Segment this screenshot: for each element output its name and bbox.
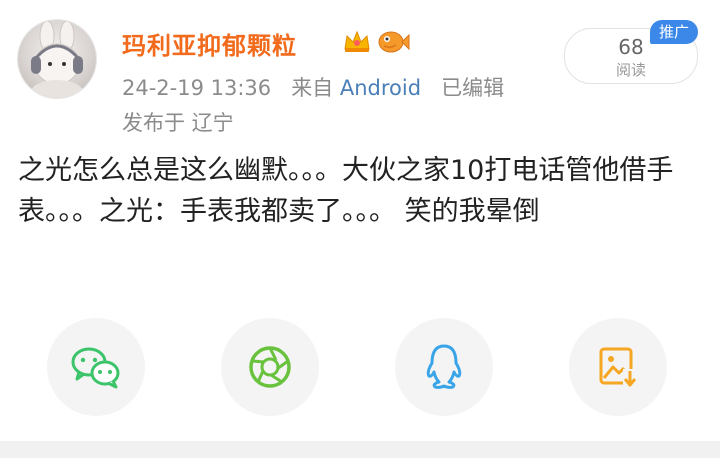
share-qq-button[interactable] (395, 318, 493, 416)
post-location: 发布于 辽宁 (122, 111, 234, 135)
fish-badge-icon[interactable] (376, 27, 410, 57)
avatar-image (31, 20, 83, 98)
save-image-icon (599, 347, 637, 387)
avatar[interactable] (18, 20, 96, 98)
share-moments-button[interactable] (221, 318, 319, 416)
from-label: 来自 (291, 76, 334, 100)
edited-label[interactable]: 已编辑 (441, 76, 504, 100)
qq-icon (426, 344, 462, 389)
author-name[interactable]: 玛利亚抑郁颗粒 (122, 26, 297, 61)
share-wechat-button[interactable] (47, 318, 145, 416)
save-image-button[interactable] (569, 318, 667, 416)
post-content: 之光怎么总是这么幽默。。。大伙之家10打电话管他借手表。。。之光：手表我都卖了。… (18, 155, 674, 227)
crown-badge-icon[interactable] (342, 27, 372, 57)
post-source[interactable]: Android (340, 76, 421, 100)
wechat-icon (71, 347, 120, 389)
post-meta: 24-2-19 13:36 来自 Android 已编辑 (122, 72, 504, 102)
promo-badge[interactable]: 推广 (650, 20, 698, 44)
views-label: 阅读 (615, 61, 646, 79)
footer-divider (0, 441, 720, 458)
post-time: 24-2-19 13:36 (122, 76, 272, 100)
moments-icon (249, 346, 291, 388)
